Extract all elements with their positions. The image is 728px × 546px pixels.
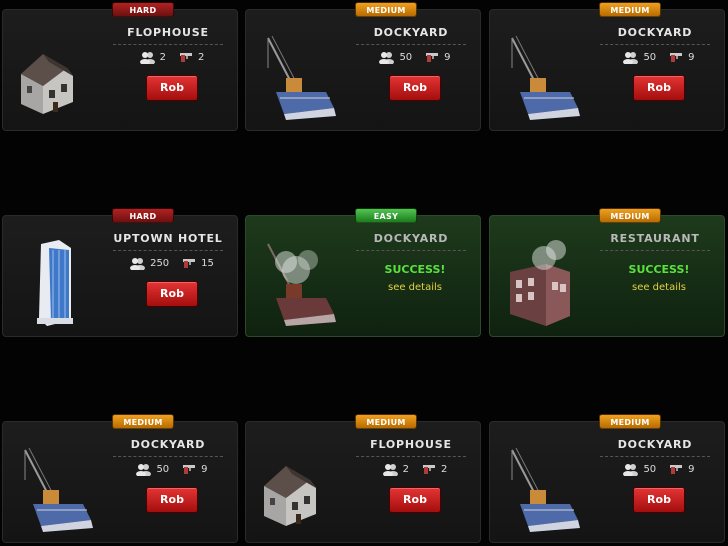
rob-button[interactable]: Rob	[633, 487, 685, 513]
dockyard-image	[511, 35, 580, 120]
job-name: FLOPHOUSE	[113, 26, 223, 45]
job-card-flophouse: MEDIUM FLOPHOUSE 2 2 Rob	[245, 414, 481, 543]
crew-icon	[382, 464, 398, 476]
dockyard-image	[24, 447, 93, 532]
rob-button[interactable]: Rob	[146, 75, 198, 101]
weapon-count: 9	[688, 463, 695, 475]
flophouse-image	[21, 54, 73, 114]
weapon-count: 9	[688, 51, 695, 63]
job-card-restaurant-completed: MEDIUM RESTAURANT SUCCESS! see details	[489, 208, 725, 337]
success-status: SUCCESS!	[628, 263, 690, 276]
job-card-dockyard: MEDIUM DOCKYARD 50 9 Rob	[489, 2, 725, 131]
gun-icon	[180, 53, 192, 62]
weapon-count: 9	[444, 51, 451, 63]
difficulty-badge: MEDIUM	[599, 208, 661, 223]
difficulty-badge: EASY	[355, 208, 417, 223]
crew-icon	[136, 464, 152, 476]
rob-button[interactable]: Rob	[389, 75, 441, 101]
job-card-dockyard: MEDIUM DOCKYARD 50 9 Rob	[489, 414, 725, 543]
job-card-uptown-hotel: HARD UPTOWN HOTEL 250 15 Rob	[2, 208, 238, 337]
job-name: DOCKYARD	[113, 438, 223, 457]
gun-icon	[670, 465, 683, 474]
difficulty-badge: MEDIUM	[599, 2, 661, 17]
gun-icon	[426, 53, 439, 62]
dockyard-burning-image	[267, 243, 336, 326]
rob-button[interactable]: Rob	[146, 487, 198, 513]
job-card-dockyard: MEDIUM DOCKYARD 50 9 Rob	[245, 2, 481, 131]
crew-icon	[130, 258, 146, 270]
gun-icon	[183, 259, 196, 268]
crew-count: 50	[156, 463, 170, 475]
crew-count: 2	[159, 51, 166, 63]
gun-icon	[670, 53, 683, 62]
job-name: RESTAURANT	[600, 232, 710, 251]
rob-button[interactable]: Rob	[146, 281, 198, 307]
difficulty-badge: MEDIUM	[112, 414, 174, 429]
crew-count: 2	[402, 463, 409, 475]
crew-count: 250	[150, 257, 170, 269]
difficulty-badge: MEDIUM	[355, 2, 417, 17]
difficulty-badge: MEDIUM	[599, 414, 661, 429]
difficulty-badge: HARD	[112, 208, 174, 223]
dockyard-image	[511, 447, 580, 532]
gun-icon	[423, 465, 435, 474]
crew-count: 50	[643, 51, 657, 63]
weapon-count: 15	[201, 257, 214, 269]
job-card-dockyard: MEDIUM DOCKYARD 50 9 Rob	[2, 414, 238, 543]
see-details-link[interactable]: see details	[594, 282, 724, 293]
crew-icon	[379, 52, 395, 64]
flophouse-image	[264, 466, 316, 526]
rob-button[interactable]: Rob	[389, 487, 441, 513]
dockyard-image	[267, 35, 336, 120]
weapon-count: 9	[201, 463, 208, 475]
weapon-count: 2	[198, 51, 205, 63]
crew-icon	[139, 52, 155, 64]
rob-button[interactable]: Rob	[633, 75, 685, 101]
restaurant-burning-image	[510, 240, 570, 326]
crew-count: 50	[399, 51, 413, 63]
uptown-hotel-image	[37, 240, 73, 326]
gun-icon	[183, 465, 196, 474]
job-name: DOCKYARD	[356, 232, 466, 251]
job-name: DOCKYARD	[356, 26, 466, 45]
crew-count: 50	[643, 463, 657, 475]
job-card-flophouse: HARD FLOPHOUSE 2 2 Rob	[2, 2, 238, 131]
success-status: SUCCESS!	[384, 263, 446, 276]
crew-icon	[623, 52, 639, 64]
crew-icon	[623, 464, 639, 476]
weapon-count: 2	[441, 463, 448, 475]
difficulty-badge: MEDIUM	[355, 414, 417, 429]
job-name: FLOPHOUSE	[356, 438, 466, 457]
job-name: DOCKYARD	[600, 26, 710, 45]
job-card-dockyard-completed: EASY DOCKYARD SUCCESS! see details	[245, 208, 481, 337]
job-name: DOCKYARD	[600, 438, 710, 457]
job-name: UPTOWN HOTEL	[113, 232, 223, 251]
see-details-link[interactable]: see details	[350, 282, 480, 293]
difficulty-badge: HARD	[112, 2, 174, 17]
